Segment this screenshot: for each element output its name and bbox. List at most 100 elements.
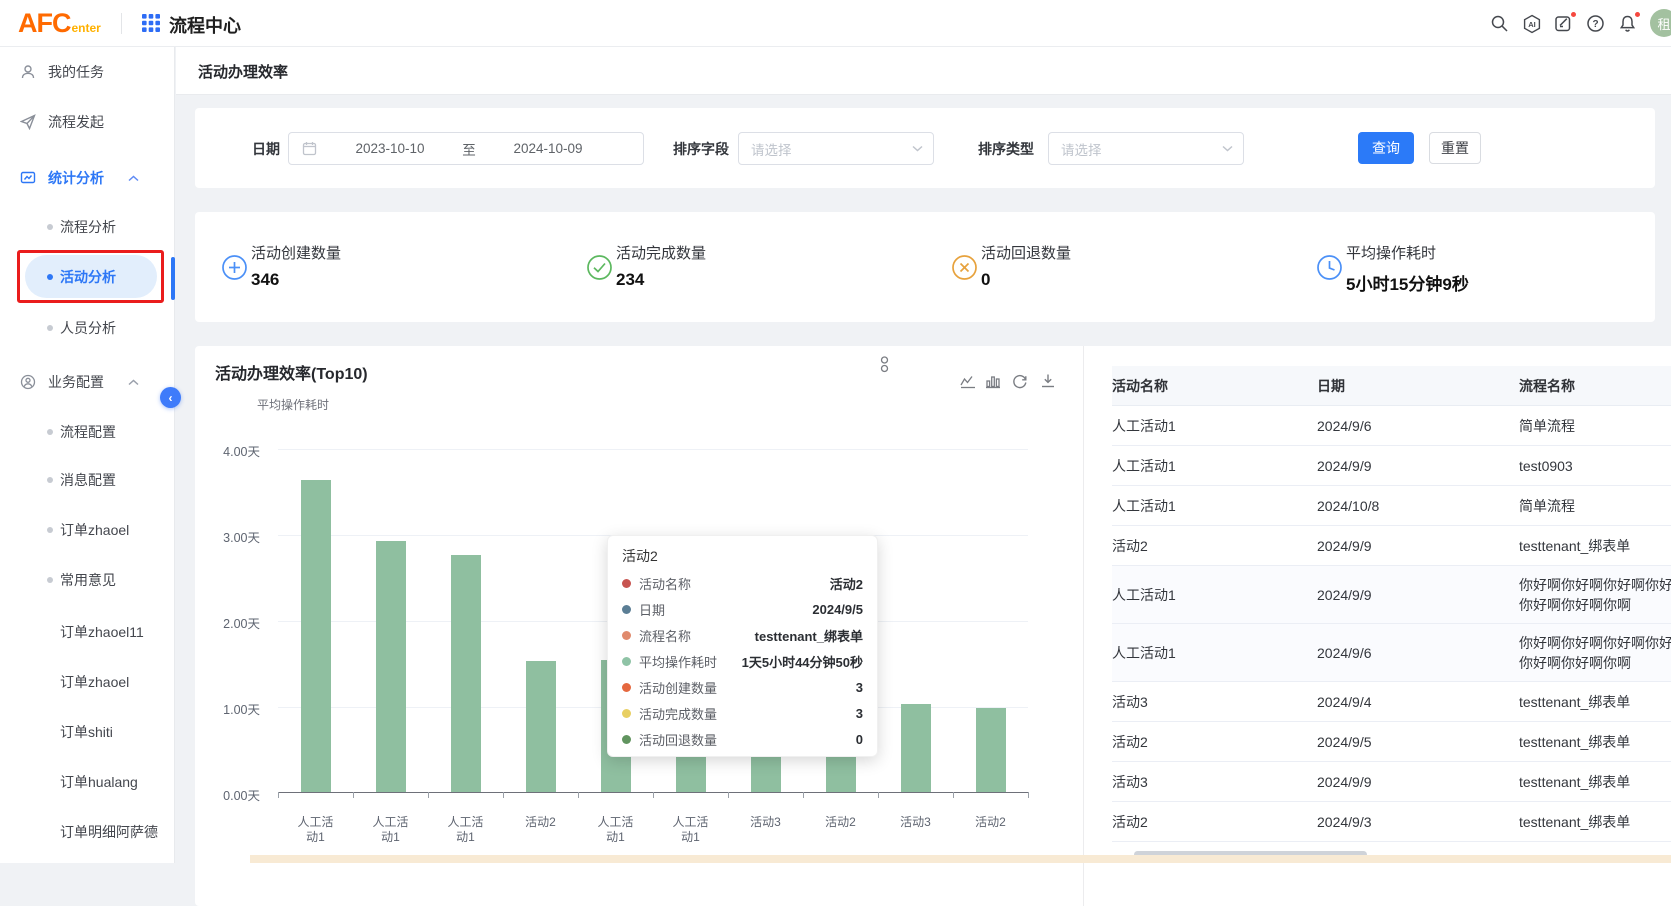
stat-rollback: 活动回退数量 0: [925, 212, 1290, 322]
sidebar-item-order-zhaoel[interactable]: 订单zhaoel: [0, 510, 175, 550]
sidebar-item-my-tasks[interactable]: 我的任务: [0, 52, 175, 92]
bar-chart-icon[interactable]: [985, 373, 1001, 389]
table-row[interactable]: 人工活动12024/10/8简单流程: [1112, 486, 1671, 526]
column-header[interactable]: 日期: [1317, 376, 1519, 396]
x-tick-label: 活动2: [803, 815, 878, 830]
top-header: AFCenter 流程中心 AI ?: [0, 0, 1671, 47]
axis-tick: [278, 792, 279, 798]
refresh-icon[interactable]: [1012, 373, 1028, 389]
sidebar-section-business-config[interactable]: 业务配置: [0, 362, 175, 402]
sidebar-item-label: 流程分析: [60, 217, 116, 237]
date-end-input[interactable]: 2024-10-09: [489, 141, 607, 156]
sidebar-item-label: 常用意见: [60, 570, 116, 590]
x-tick-label: 人工活动1: [353, 815, 428, 845]
date-range-picker[interactable]: 2023-10-10 至 2024-10-09: [288, 132, 644, 165]
compose-note-icon[interactable]: [1554, 14, 1573, 33]
bullet-icon: [47, 577, 53, 583]
chart-bar[interactable]: [376, 541, 406, 792]
bullet-icon: [47, 477, 53, 483]
y-tick-label: 1.00天: [195, 699, 260, 718]
sort-type-select[interactable]: 请选择: [1048, 132, 1244, 165]
sidebar-collapse-button[interactable]: ‹: [160, 387, 181, 408]
activity-table-section: 活动名称 日期 流程名称 人工活动12024/9/6简单流程 人工活动12024…: [1084, 346, 1671, 906]
chart-tooltip: 活动2 活动名称 活动2 日期 2024/9/5 流程名称 test: [607, 535, 878, 757]
table-row[interactable]: 活动22024/9/3testtenant_绑表单: [1112, 802, 1671, 842]
search-icon[interactable]: [1490, 14, 1509, 33]
help-icon[interactable]: ?: [1586, 14, 1605, 33]
series-dot: [622, 579, 631, 588]
sidebar-item-label: 订单明细阿萨德: [60, 822, 158, 842]
chart-bar[interactable]: [976, 708, 1006, 792]
chart-bar[interactable]: [901, 704, 931, 792]
calendar-icon: [302, 141, 317, 156]
table-row[interactable]: 活动32024/9/9testtenant_绑表单: [1112, 762, 1671, 802]
chevron-down-icon: [912, 145, 923, 152]
sidebar-item-order-detail[interactable]: 订单明细阿萨德: [0, 812, 175, 852]
query-button[interactable]: 查询: [1358, 132, 1414, 164]
sidebar-item-order-zhaoel11[interactable]: 订单zhaoel11: [0, 612, 175, 652]
check-circle-icon: [586, 254, 613, 281]
sidebar-item-personnel-analysis[interactable]: 人员分析: [0, 308, 175, 348]
sort-field-select[interactable]: 请选择: [738, 132, 934, 165]
tooltip-row: 活动创建数量 3: [622, 674, 863, 700]
sidebar-item-activity-analysis[interactable]: 活动分析: [25, 255, 157, 298]
stack-toggle-icon[interactable]: [878, 356, 891, 373]
table-row[interactable]: 人工活动12024/9/9test0903: [1112, 446, 1671, 486]
table-row[interactable]: 人工活动12024/9/9你好啊你好啊你好啊你好啊你好 你好啊你好啊你啊: [1112, 566, 1671, 624]
series-dot: [622, 605, 631, 614]
axis-tick: [353, 792, 354, 798]
sidebar-item-order-zhaoel-2[interactable]: 订单zhaoel: [0, 662, 175, 702]
notification-dot: [1634, 11, 1641, 18]
sidebar-item-order-hualang[interactable]: 订单hualang: [0, 762, 175, 802]
reset-button[interactable]: 重置: [1429, 132, 1481, 164]
sidebar-item-message-config[interactable]: 消息配置: [0, 460, 175, 500]
bell-icon[interactable]: [1618, 14, 1637, 33]
page-title: 活动办理效率: [198, 61, 288, 82]
table-row[interactable]: 活动22024/9/9testtenant_绑表单: [1112, 526, 1671, 566]
bullet-icon: [47, 274, 53, 280]
ai-assistant-icon[interactable]: AI: [1522, 14, 1542, 34]
sidebar-item-common-opinions[interactable]: 常用意见: [0, 560, 175, 600]
user-avatar[interactable]: 租: [1650, 9, 1671, 37]
line-chart-icon[interactable]: [960, 374, 976, 389]
date-start-input[interactable]: 2023-10-10: [331, 141, 449, 156]
bottom-edge-strip: [250, 855, 1671, 863]
sidebar-item-label: 订单zhaoel: [60, 672, 129, 692]
axis-tick: [953, 792, 954, 798]
sidebar-section-statistics[interactable]: 统计分析: [0, 158, 175, 198]
chart-bar[interactable]: [301, 480, 331, 792]
axis-tick: [878, 792, 879, 798]
sidebar-item-process-start[interactable]: 流程发起: [0, 102, 175, 142]
stat-completed: 活动完成数量 234: [560, 212, 925, 322]
table-row[interactable]: 活动32024/9/4testtenant_绑表单: [1112, 682, 1671, 722]
download-icon[interactable]: [1040, 373, 1056, 389]
column-header[interactable]: 活动名称: [1112, 376, 1317, 396]
stat-created: 活动创建数量 346: [195, 212, 560, 322]
tooltip-row: 活动完成数量 3: [622, 700, 863, 726]
table-row[interactable]: 人工活动12024/9/6简单流程: [1112, 406, 1671, 446]
logo-text: AFC: [18, 8, 71, 38]
series-dot: [622, 709, 631, 718]
select-placeholder: 请选择: [1061, 139, 1222, 159]
sidebar-item-process-analysis[interactable]: 流程分析: [0, 207, 175, 247]
send-icon: [20, 114, 36, 130]
apps-grid-icon[interactable]: [142, 14, 160, 32]
sidebar-item-order-shiti[interactable]: 订单shiti: [0, 712, 175, 752]
sort-type-label: 排序类型: [978, 139, 1034, 159]
axis-tick: [503, 792, 504, 798]
table-row[interactable]: 人工活动12024/9/6你好啊你好啊你好啊你好啊你好 你好啊你好啊你啊: [1112, 624, 1671, 682]
sidebar-item-label: 订单shiti: [60, 722, 113, 742]
sidebar-item-process-config[interactable]: 流程配置: [0, 412, 175, 452]
y-axis-title: 平均操作耗时: [257, 396, 329, 413]
svg-text:AI: AI: [1528, 20, 1536, 29]
app-logo[interactable]: AFCenter: [18, 8, 101, 39]
chart-bar[interactable]: [451, 555, 481, 792]
column-header[interactable]: 流程名称: [1519, 376, 1671, 396]
header-divider: [121, 13, 122, 34]
select-placeholder: 请选择: [751, 139, 912, 159]
table-row[interactable]: 活动22024/9/5testtenant_绑表单: [1112, 722, 1671, 762]
chart-board-icon: [20, 170, 36, 186]
chevron-up-icon: [128, 175, 139, 182]
chart-bar[interactable]: [526, 661, 556, 792]
x-tick-label: 活动2: [953, 815, 1028, 830]
